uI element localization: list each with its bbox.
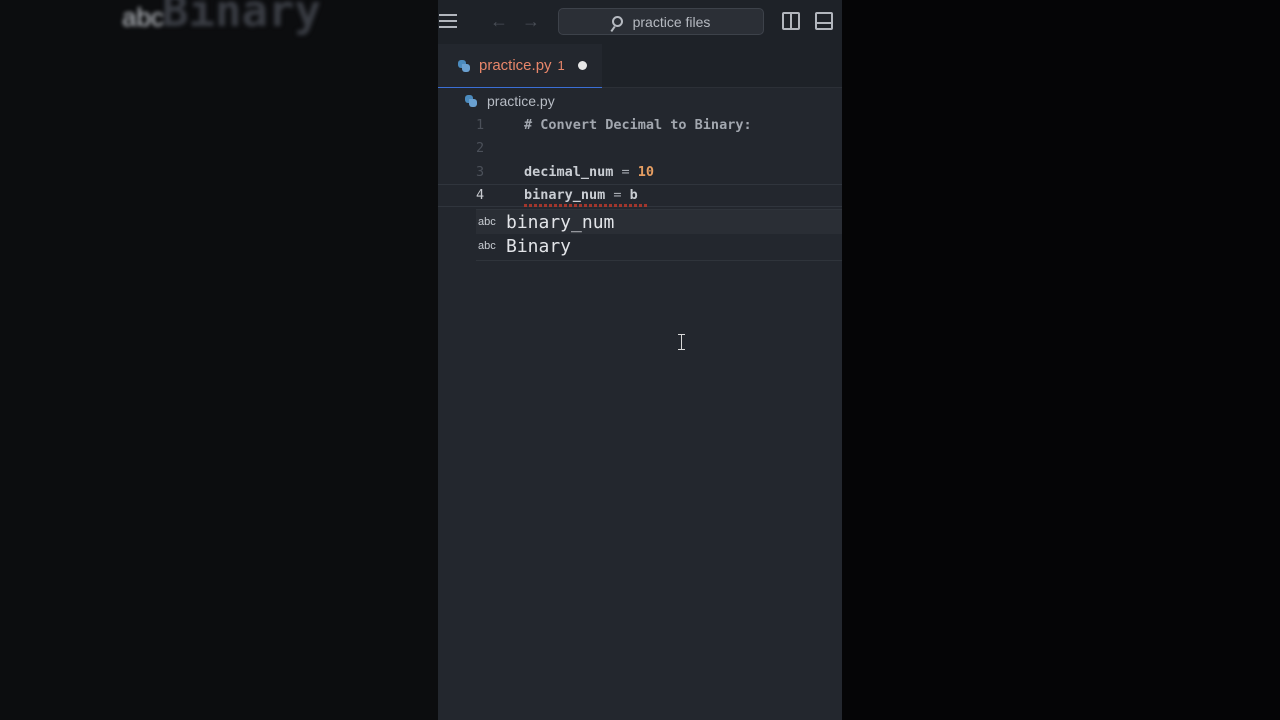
toggle-panel-icon[interactable] [815, 12, 833, 30]
suggestion-label: Binary [506, 235, 572, 257]
suggestion-item[interactable]: abc binary_num [476, 210, 842, 234]
search-icon [611, 16, 623, 27]
text-cursor-icon [678, 334, 686, 350]
code-statement: decimal_num = 10 [524, 164, 654, 180]
code-line-active[interactable]: 4 binary_num = b [438, 183, 842, 207]
screen: abc Binary ← → practice files practice.p… [0, 0, 1280, 720]
code-identifier: decimal_num [524, 163, 614, 180]
arrow-right-icon[interactable]: → [520, 10, 542, 32]
line-number: 2 [476, 140, 485, 157]
ghost-abc-label: abc [122, 2, 164, 32]
background-left [0, 0, 438, 720]
code-line[interactable]: 1 # Convert Decimal to Binary: [438, 113, 842, 137]
tab-bar: practice.py 1 [438, 44, 842, 88]
text-suggestion-icon: abc [478, 216, 496, 228]
tab-practice-py[interactable]: practice.py 1 [438, 44, 602, 88]
search-placeholder: practice files [632, 13, 711, 30]
background-ghost-suggestion: abc Binary [120, 0, 321, 37]
error-squiggle [524, 203, 648, 207]
code-operator: = [613, 163, 638, 180]
unsaved-dot-icon[interactable] [577, 61, 587, 70]
code-operator: = [605, 187, 630, 204]
code-statement: binary_num = b [524, 187, 638, 203]
code-typed-text: b [629, 187, 638, 204]
suggestion-item[interactable]: abc Binary [476, 234, 842, 258]
title-bar: ← → practice files [438, 0, 842, 44]
autocomplete-list[interactable]: abc binary_num abc Binary [476, 209, 842, 261]
code-editor-window: ← → practice files practice.py 1 practic… [438, 0, 842, 720]
split-editor-icon[interactable] [782, 12, 800, 30]
ghost-word: Binary [162, 0, 321, 37]
python-file-icon [465, 95, 477, 107]
breadcrumb-file[interactable]: practice.py [487, 93, 555, 109]
background-right [842, 0, 1280, 720]
command-center-search[interactable]: practice files [558, 8, 764, 35]
text-suggestion-icon: abc [478, 240, 496, 252]
arrow-left-icon[interactable]: ← [488, 10, 510, 32]
line-number: 4 [476, 187, 485, 204]
line-number: 3 [476, 163, 485, 180]
code-comment: # Convert Decimal to Binary: [524, 116, 752, 133]
code-line[interactable]: 2 [438, 137, 842, 161]
suggestion-label: binary_num [506, 211, 615, 233]
code-area[interactable]: 1 # Convert Decimal to Binary: 2 3 decim… [438, 113, 842, 207]
python-file-icon [458, 59, 470, 72]
code-line[interactable]: 3 decimal_num = 10 [438, 160, 842, 184]
line-number: 1 [476, 116, 485, 133]
problem-count-badge: 1 [557, 58, 565, 73]
code-number: 10 [637, 163, 655, 180]
menu-icon[interactable] [438, 11, 458, 31]
code-identifier: binary_num [524, 187, 606, 204]
tab-label: practice.py [479, 57, 552, 74]
breadcrumb: practice.py [438, 88, 842, 114]
